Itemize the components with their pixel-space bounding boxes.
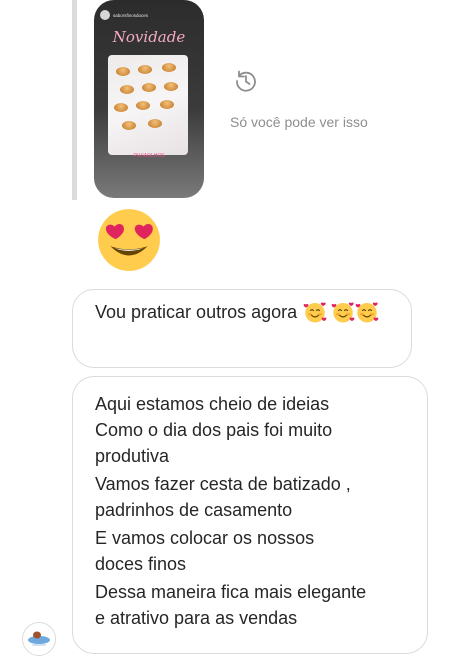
message-line: padrinhos de casamento <box>95 500 293 520</box>
message-line: Aqui estamos cheio de ideias <box>95 394 330 414</box>
message-text: Vou praticar outros agora <box>95 302 298 322</box>
message-line: Vamos fazer cesta de batizado , <box>95 474 351 494</box>
sender-avatar[interactable] <box>22 622 56 656</box>
story-header: saborsfinosdoces <box>100 10 148 20</box>
message-bubble[interactable]: Aqui estamos cheio de ideias Como o dia … <box>72 376 428 654</box>
message-line: produtiva <box>95 446 170 466</box>
message-line: Como o dia dos pais foi muito <box>95 420 333 440</box>
story-avatar <box>100 10 110 20</box>
story-username: saborsfinosdoces <box>113 12 149 18</box>
message-line: doces finos <box>95 554 187 574</box>
story-title: Novidade <box>112 28 186 46</box>
message-line: e atrativo para as vendas <box>95 608 298 628</box>
history-icon <box>236 70 256 92</box>
story-reply-bar <box>72 0 77 200</box>
story-footer: PUXAOLHOS <box>133 153 165 159</box>
message-bubble[interactable]: Vou praticar outros agora <box>72 289 412 368</box>
message-line: Dessa maneira fica mais elegante <box>95 582 367 602</box>
smiling-face-with-hearts-icon <box>355 302 379 323</box>
brand-logo-icon <box>24 624 54 654</box>
smiling-face-with-hearts-icon <box>331 302 355 323</box>
story-photo <box>108 55 188 155</box>
story-preview[interactable]: saborsfinosdoces Novidade PUXAOLHOS <box>94 0 204 198</box>
smiling-face-with-hearts-icon <box>303 302 327 323</box>
message-line: E vamos colocar os nossos <box>95 528 315 548</box>
heart-eyes-emoji-icon <box>98 209 160 271</box>
visibility-note: Só você pode ver isso <box>230 114 368 130</box>
